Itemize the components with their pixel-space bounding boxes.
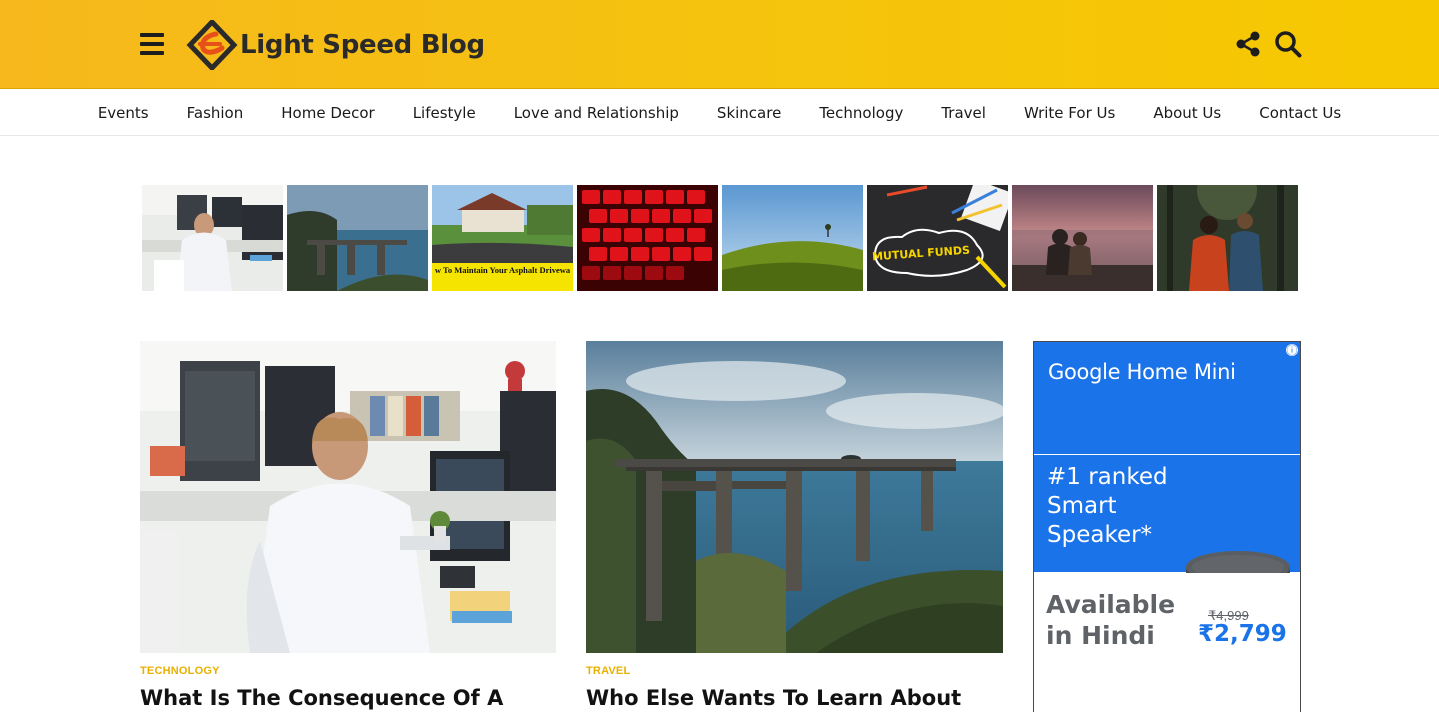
hamburger-icon[interactable]: [140, 33, 164, 55]
sidebar-ad[interactable]: Google Home Mini #1 ranked Smart Speaker…: [1033, 341, 1301, 712]
nav-item-lifestyle[interactable]: Lifestyle: [394, 104, 495, 122]
nav-item-love-and-relationship[interactable]: Love and Relationship: [495, 104, 698, 122]
ad-brand-panel: Google Home Mini: [1034, 342, 1300, 454]
search-icon[interactable]: [1274, 30, 1302, 58]
nav-item-contact-us[interactable]: Contact Us: [1240, 104, 1360, 122]
thumb-keyboard[interactable]: [577, 185, 718, 291]
ad-new-price: ₹2,799: [1198, 621, 1287, 647]
ad-info-icon[interactable]: ⓘ: [1285, 343, 1299, 357]
post-title[interactable]: Who Else Wants To Learn About Main: [586, 684, 1003, 712]
thumb-driveway[interactable]: w To Maintain Your Asphalt Drivewa: [432, 185, 573, 291]
featured-thumbnail-strip: w To Maintain Your Asphalt Drivewa MUTUA…: [142, 185, 1298, 291]
post-card: TRAVEL Who Else Wants To Learn About Mai…: [586, 341, 1003, 712]
thumb-bridge[interactable]: [287, 185, 428, 291]
thumb-mutual-funds[interactable]: MUTUAL FUNDS: [867, 185, 1008, 291]
ad-offer-panel: Available in Hindi ₹4,999 ₹2,799: [1034, 573, 1300, 712]
main-nav: Events Fashion Home Decor Lifestyle Love…: [0, 90, 1439, 136]
nav-item-skincare[interactable]: Skincare: [698, 104, 800, 122]
nav-item-fashion[interactable]: Fashion: [168, 104, 263, 122]
thumb-field[interactable]: [722, 185, 863, 291]
site-logo[interactable]: Light Speed Blog: [186, 20, 485, 70]
ad-headline: #1 ranked Smart Speaker*: [1047, 464, 1168, 548]
site-title: Light Speed Blog: [240, 30, 485, 60]
nav-item-events[interactable]: Events: [79, 104, 168, 122]
thumb-sunset-couple[interactable]: [1012, 185, 1153, 291]
nav-item-about-us[interactable]: About Us: [1134, 104, 1240, 122]
post-category[interactable]: TRAVEL: [586, 665, 1003, 677]
nav-item-write-for-us[interactable]: Write For Us: [1005, 104, 1134, 122]
post-image[interactable]: [586, 341, 1003, 653]
thumb-driveway-caption: w To Maintain Your Asphalt Drivewa: [434, 265, 571, 275]
ad-brand: Google Home Mini: [1048, 360, 1236, 384]
thumb-forest-couple[interactable]: [1157, 185, 1298, 291]
nav-item-travel[interactable]: Travel: [922, 104, 1005, 122]
logo-mark-icon: [186, 20, 238, 70]
thumb-office[interactable]: [142, 185, 283, 291]
ad-subline: Available in Hindi: [1046, 590, 1176, 650]
share-icon[interactable]: [1235, 31, 1261, 57]
nav-item-home-decor[interactable]: Home Decor: [262, 104, 393, 122]
nav-item-technology[interactable]: Technology: [800, 104, 922, 122]
post-category[interactable]: TECHNOLOGY: [140, 665, 556, 677]
post-card: TECHNOLOGY What Is The Consequence Of A: [140, 341, 556, 712]
site-header: Light Speed Blog: [0, 0, 1439, 89]
post-title[interactable]: What Is The Consequence Of A: [140, 684, 556, 712]
post-image[interactable]: [140, 341, 556, 653]
